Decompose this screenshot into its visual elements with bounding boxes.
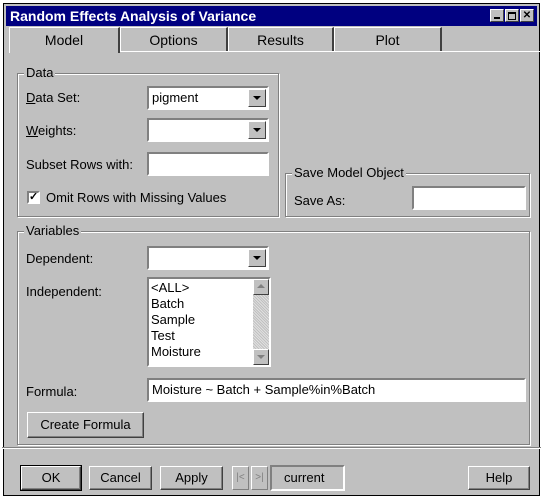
independent-listbox[interactable]: <ALL> Batch Sample Test Moisture xyxy=(147,277,271,367)
close-icon[interactable]: ✕ xyxy=(520,9,534,22)
title-bar[interactable]: Random Effects Analysis of Variance ✕ xyxy=(6,6,537,26)
omit-missing-label[interactable]: Omit Rows with Missing Values xyxy=(46,190,226,205)
scroll-down-icon[interactable] xyxy=(253,349,269,365)
save-as-label: Save As: xyxy=(294,193,346,208)
apply-button[interactable]: Apply xyxy=(160,466,223,490)
list-item[interactable]: Moisture xyxy=(149,344,269,360)
help-button[interactable]: Help xyxy=(468,466,530,490)
ok-button[interactable]: OK xyxy=(20,465,82,491)
minimize-icon[interactable] xyxy=(490,9,504,22)
tab-plot[interactable]: Plot xyxy=(334,27,442,51)
formula-label: Formula: xyxy=(26,384,78,399)
footer-separator xyxy=(2,447,541,449)
maximize-icon[interactable] xyxy=(505,9,519,22)
data-set-dropdown[interactable]: pigment xyxy=(147,86,269,110)
save-model-legend: Save Model Object xyxy=(292,165,406,180)
tab-model[interactable]: Model xyxy=(9,27,120,53)
list-item[interactable]: Batch xyxy=(149,296,269,312)
tab-options[interactable]: Options xyxy=(120,27,228,51)
current-object-field: current xyxy=(270,465,345,491)
weights-dropdown[interactable] xyxy=(147,118,269,142)
cancel-button[interactable]: Cancel xyxy=(89,466,152,490)
list-item[interactable]: Sample xyxy=(149,312,269,328)
next-icon[interactable]: >| xyxy=(251,466,268,490)
list-item[interactable]: Test xyxy=(149,328,269,344)
dependent-label: Dependent: xyxy=(26,251,94,266)
vertical-scrollbar[interactable] xyxy=(253,279,269,365)
variables-group-legend: Variables xyxy=(24,223,82,238)
window-title: Random Effects Analysis of Variance xyxy=(10,8,257,24)
chevron-down-icon[interactable] xyxy=(248,249,266,267)
previous-icon[interactable]: |< xyxy=(232,466,249,490)
tab-results[interactable]: Results xyxy=(228,27,334,51)
chevron-down-icon[interactable] xyxy=(248,121,266,139)
create-formula-button[interactable]: Create Formula xyxy=(27,412,144,438)
formula-input[interactable]: Moisture ~ Batch + Sample%in%Batch xyxy=(147,378,526,402)
independent-label: Independent: xyxy=(26,284,102,299)
omit-missing-checkbox[interactable]: ✓ xyxy=(27,191,40,204)
list-item[interactable]: <ALL> xyxy=(149,280,269,296)
scroll-up-icon[interactable] xyxy=(253,279,269,295)
save-as-input[interactable] xyxy=(412,186,526,210)
dependent-dropdown[interactable] xyxy=(147,246,269,270)
subset-rows-label: Subset Rows with: xyxy=(26,157,133,172)
chevron-down-icon[interactable] xyxy=(248,89,266,107)
tab-baseline xyxy=(120,51,541,52)
data-group-legend: Data xyxy=(24,65,56,80)
weights-label: Weights: xyxy=(26,123,77,138)
data-set-label: Data Set: xyxy=(26,90,81,105)
subset-rows-input[interactable] xyxy=(147,152,269,176)
